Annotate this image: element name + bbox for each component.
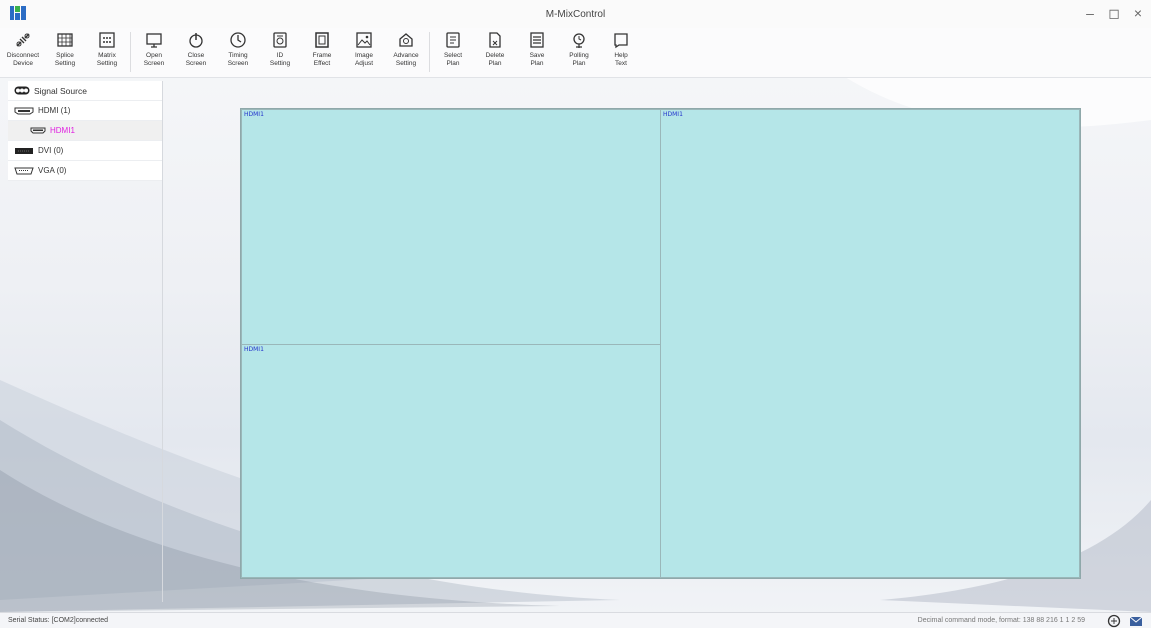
save-plan-label: Save Plan — [529, 52, 545, 67]
toolbar: Disconnect Device Splice Setting Matrix … — [0, 28, 1151, 78]
tree-item-label: HDMI (1) — [38, 106, 71, 115]
id-setting-button[interactable]: ID Setting — [259, 28, 301, 76]
frame-effect-label: Frame Effect — [312, 52, 332, 67]
select-plan-label: Select Plan — [443, 52, 463, 67]
help-icon — [614, 33, 628, 49]
serial-status: Serial Status: [COM2]connected — [8, 617, 108, 624]
polling-plan-button[interactable]: Polling Plan — [558, 28, 600, 76]
save-plan-icon — [530, 32, 544, 48]
id-setting-label: ID Setting — [269, 52, 291, 67]
tree-item-label: DVI (0) — [38, 146, 64, 155]
image-adjust-button[interactable]: Image Adjust — [343, 28, 385, 76]
hdmi-port-icon — [30, 127, 46, 134]
tree-item-label: HDMI1 — [50, 126, 75, 135]
title-bar: M-MixControl – ◻ × — [0, 0, 1151, 28]
tree-item-dvi[interactable]: DVI (0) — [8, 141, 162, 161]
close-button[interactable]: × — [1131, 4, 1145, 22]
dvi-port-icon — [15, 147, 33, 154]
tree-item-hdmi[interactable]: HDMI (1) — [8, 101, 162, 121]
minimize-button[interactable]: – — [1083, 4, 1097, 22]
window-controls: – ◻ × — [1083, 4, 1145, 22]
delete-plan-icon — [489, 32, 501, 48]
matrix-setting-label: Matrix Setting — [96, 52, 118, 67]
splice-setting-button[interactable]: Splice Setting — [44, 28, 86, 76]
advance-icon — [399, 33, 413, 47]
image-adjust-label: Image Adjust — [354, 52, 374, 67]
save-plan-button[interactable]: Save Plan — [516, 28, 558, 76]
timing-screen-label: Timing Screen — [227, 52, 249, 67]
signal-source-title: Signal Source — [34, 85, 87, 96]
command-mode-status: Decimal command mode, format: 138 88 216… — [917, 617, 1085, 624]
video-wall-canvas[interactable]: HDMI1 HDMI1 HDMI1 — [240, 108, 1081, 579]
advance-setting-label: Advance Setting — [393, 52, 419, 67]
wall-window-top-left[interactable]: HDMI1 — [241, 109, 661, 345]
disconnect-icon — [16, 33, 30, 47]
language-icon[interactable] — [1107, 614, 1121, 628]
matrix-setting-button[interactable]: Matrix Setting — [86, 28, 128, 76]
select-plan-button[interactable]: Select Plan — [432, 28, 474, 76]
splice-icon — [57, 33, 73, 47]
signal-source-icon — [14, 86, 30, 95]
tree-item-vga[interactable]: VGA (0) — [8, 161, 162, 181]
help-text-label: Help Text — [614, 52, 628, 67]
frame-icon — [315, 32, 329, 48]
disconnect-device-label: Disconnect Device — [6, 52, 40, 67]
signal-source-header[interactable]: Signal Source — [8, 81, 162, 101]
id-icon — [273, 32, 287, 48]
matrix-icon — [99, 32, 115, 48]
timing-screen-button[interactable]: Timing Screen — [217, 28, 259, 76]
open-screen-label: Open Screen — [143, 52, 165, 67]
delete-plan-label: Delete Plan — [485, 52, 505, 67]
monitor-icon — [146, 33, 162, 48]
polling-plan-label: Polling Plan — [569, 52, 589, 67]
signal-source-panel: Signal Source HDMI (1) HDMI1 DVI (0) VGA… — [8, 81, 163, 602]
polling-icon — [573, 33, 585, 48]
disconnect-device-button[interactable]: Disconnect Device — [2, 28, 44, 76]
hdmi-port-icon — [14, 107, 34, 114]
open-screen-button[interactable]: Open Screen — [133, 28, 175, 76]
wall-window-right[interactable]: HDMI1 — [660, 109, 1080, 578]
close-screen-button[interactable]: Close Screen — [175, 28, 217, 76]
mail-icon[interactable] — [1129, 614, 1143, 628]
clock-icon — [230, 32, 246, 48]
tree-item-label: VGA (0) — [38, 166, 67, 175]
wall-window-bottom-left[interactable]: HDMI1 — [241, 344, 661, 578]
status-bar: Serial Status: [COM2]connected Decimal c… — [0, 612, 1151, 628]
window-source-label: HDMI1 — [244, 111, 264, 118]
vga-port-icon — [14, 167, 34, 174]
window-source-label: HDMI1 — [244, 346, 264, 353]
help-text-button[interactable]: Help Text — [600, 28, 642, 76]
window-source-label: HDMI1 — [663, 111, 683, 118]
window-title: M-MixControl — [545, 8, 606, 20]
status-icons — [1107, 614, 1143, 628]
image-icon — [356, 32, 372, 48]
select-plan-icon — [446, 32, 460, 48]
power-icon — [189, 33, 203, 48]
splice-setting-label: Splice Setting — [54, 52, 76, 67]
app-logo-icon — [10, 6, 26, 20]
advance-setting-button[interactable]: Advance Setting — [385, 28, 427, 76]
toolbar-separator — [130, 32, 131, 72]
tree-item-hdmi1[interactable]: HDMI1 — [8, 121, 162, 141]
frame-effect-button[interactable]: Frame Effect — [301, 28, 343, 76]
maximize-button[interactable]: ◻ — [1107, 4, 1121, 22]
close-screen-label: Close Screen — [185, 52, 207, 67]
toolbar-separator — [429, 32, 430, 72]
delete-plan-button[interactable]: Delete Plan — [474, 28, 516, 76]
